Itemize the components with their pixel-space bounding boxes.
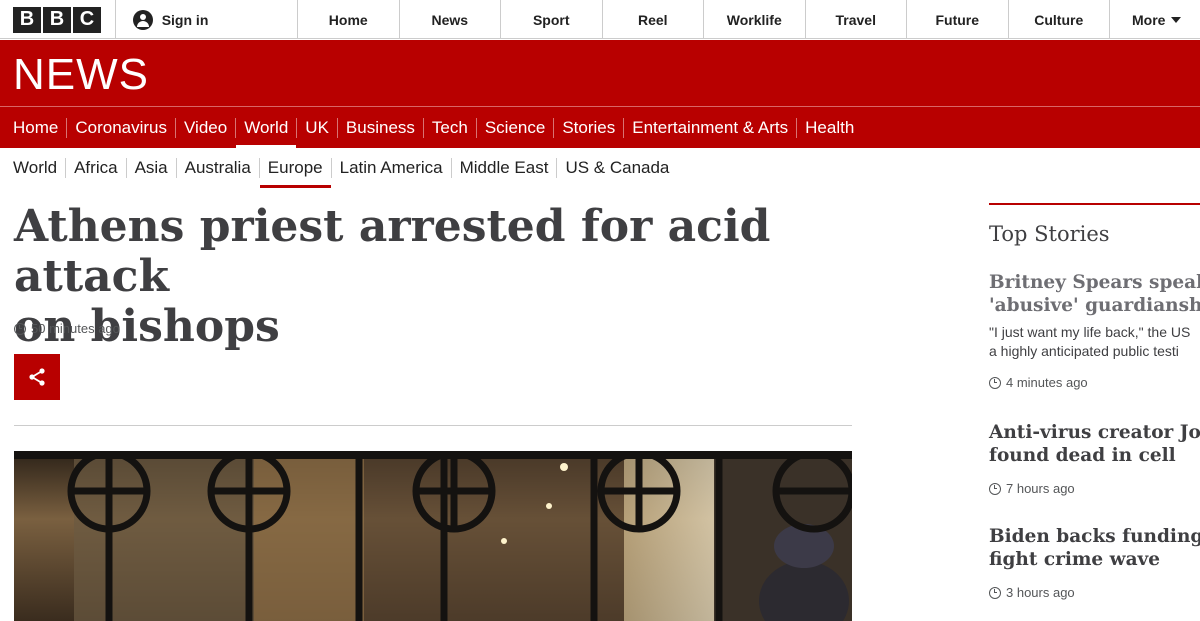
global-nav-home[interactable]: Home: [298, 0, 400, 39]
story-timestamp: 4 minutes ago: [989, 375, 1200, 390]
share-button[interactable]: [14, 354, 60, 400]
story-title-line: fight crime wave: [989, 549, 1161, 570]
global-nav-travel[interactable]: Travel: [806, 0, 907, 39]
bbc-logo[interactable]: B B C: [0, 0, 116, 39]
section-nav-tech[interactable]: Tech: [422, 117, 476, 138]
section-nav-home[interactable]: Home: [5, 118, 66, 138]
section-nav-health[interactable]: Health: [796, 117, 862, 138]
bbc-logo-letter: B: [13, 6, 41, 33]
story-title-line: found dead in cell: [989, 445, 1176, 466]
story-title-line: Britney Spears speaks o: [989, 272, 1200, 293]
headline-line: Athens priest arrested for acid attack: [14, 201, 771, 302]
news-logo[interactable]: NEWS: [13, 50, 149, 100]
clock-icon: [14, 322, 26, 335]
sub-nav-australia[interactable]: Australia: [175, 157, 259, 178]
top-stories-title: Top Stories: [989, 222, 1110, 246]
story-title[interactable]: Biden backs funding m fight crime wave: [989, 525, 1200, 571]
article-headline: Athens priest arrested for acid attack o…: [14, 202, 874, 352]
section-nav-video[interactable]: Video: [175, 117, 235, 138]
sign-in-label: Sign in: [161, 11, 209, 28]
story-title-line: Biden backs funding m: [989, 526, 1200, 547]
sub-nav-europe[interactable]: Europe: [258, 157, 331, 188]
sub-nav: World Africa Asia Australia Europe Latin…: [5, 148, 677, 188]
story-title[interactable]: Anti-virus creator John found dead in ce…: [989, 421, 1200, 467]
hero-image-illustration: [14, 451, 852, 621]
section-nav-entertainment-arts[interactable]: Entertainment & Arts: [623, 117, 796, 138]
story-title[interactable]: Britney Spears speaks o 'abusive' guardi…: [989, 271, 1200, 317]
sub-nav-us-canada[interactable]: US & Canada: [556, 157, 677, 178]
article-divider: [14, 425, 852, 426]
top-story-item[interactable]: Anti-virus creator John found dead in ce…: [989, 421, 1200, 496]
story-timestamp: 7 hours ago: [989, 481, 1200, 496]
global-nav-more[interactable]: More: [1110, 0, 1200, 39]
article-timestamp: 50 minutes ago: [14, 321, 120, 336]
share-icon: [29, 368, 45, 386]
global-nav-reel[interactable]: Reel: [603, 0, 704, 39]
story-timestamp: 3 hours ago: [989, 585, 1200, 600]
bbc-logo-letter: B: [43, 6, 71, 33]
story-title-line: Anti-virus creator John: [989, 422, 1200, 443]
global-nav-future[interactable]: Future: [907, 0, 1009, 39]
story-time-text: 3 hours ago: [1006, 585, 1075, 600]
global-nav-sport[interactable]: Sport: [501, 0, 603, 39]
user-icon: [132, 9, 153, 30]
story-summary: "I just want my life back," the US a hig…: [989, 323, 1200, 361]
timestamp-text: 50 minutes ago: [31, 321, 120, 336]
sub-nav-middle-east[interactable]: Middle East: [450, 157, 557, 178]
sub-nav-latin-america[interactable]: Latin America: [330, 157, 451, 178]
sub-nav-africa[interactable]: Africa: [65, 157, 125, 178]
global-nav-culture[interactable]: Culture: [1009, 0, 1110, 39]
global-header: B B C Sign in Home News Sport Reel Workl…: [0, 0, 1200, 39]
sub-nav-asia[interactable]: Asia: [125, 157, 176, 178]
top-stories-rule: [989, 203, 1200, 205]
global-nav-worklife[interactable]: Worklife: [704, 0, 806, 39]
story-summary-line: "I just want my life back," the US: [989, 324, 1191, 340]
section-nav: Home Coronavirus Video World UK Business…: [0, 107, 1200, 149]
global-nav-news[interactable]: News: [400, 0, 501, 39]
section-nav-science[interactable]: Science: [475, 117, 553, 138]
top-story-item[interactable]: Britney Spears speaks o 'abusive' guardi…: [989, 271, 1200, 390]
hero-image: [14, 451, 852, 621]
clock-icon: [989, 376, 1001, 389]
top-story-item[interactable]: Biden backs funding m fight crime wave 3…: [989, 525, 1200, 600]
section-nav-coronavirus[interactable]: Coronavirus: [66, 117, 175, 138]
section-nav-business[interactable]: Business: [336, 117, 423, 138]
chevron-down-icon: [1171, 16, 1182, 23]
news-header: NEWS: [0, 40, 1200, 107]
section-nav-uk[interactable]: UK: [296, 117, 337, 138]
clock-icon: [989, 586, 1001, 599]
section-nav-stories[interactable]: Stories: [553, 117, 623, 138]
story-summary-line: a highly anticipated public testi: [989, 343, 1179, 359]
clock-icon: [989, 482, 1001, 495]
global-nav: Home News Sport Reel Worklife Travel Fut…: [298, 0, 1200, 39]
story-time-text: 4 minutes ago: [1006, 375, 1088, 390]
bbc-logo-letter: C: [73, 6, 101, 33]
section-nav-world[interactable]: World: [235, 117, 297, 149]
more-label: More: [1132, 11, 1166, 28]
story-title-line: 'abusive' guardianship: [989, 295, 1200, 316]
sub-nav-world[interactable]: World: [5, 158, 65, 178]
story-time-text: 7 hours ago: [1006, 481, 1075, 496]
sign-in-button[interactable]: Sign in: [116, 0, 298, 39]
